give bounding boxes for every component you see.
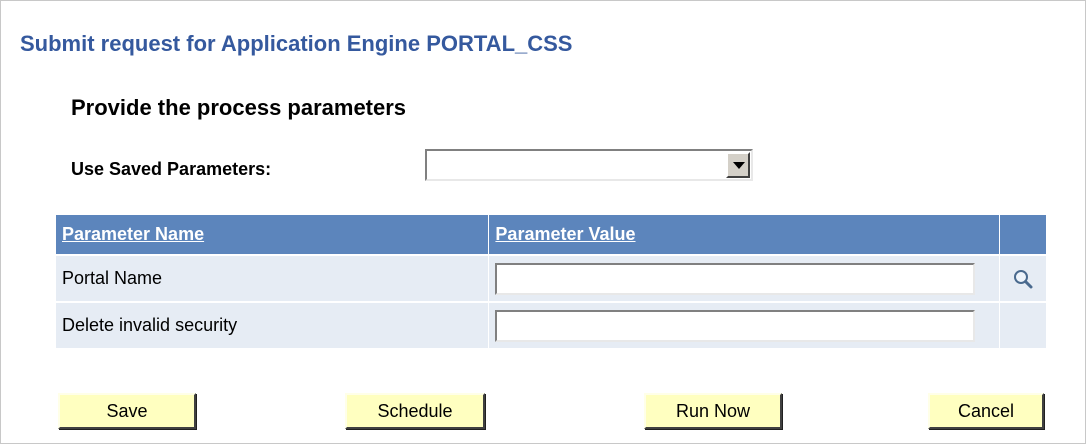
delete-invalid-security-input[interactable]	[495, 309, 976, 342]
parameter-name-cell: Delete invalid security	[56, 301, 490, 348]
schedule-button[interactable]: Schedule	[345, 393, 485, 429]
page-title: Submit request for Application Engine PO…	[20, 31, 573, 56]
parameter-name-cell: Portal Name	[56, 254, 490, 302]
column-header-lookup	[999, 215, 1046, 255]
cancel-button[interactable]: Cancel	[928, 393, 1044, 429]
save-button[interactable]: Save	[58, 393, 196, 429]
dropdown-button[interactable]	[726, 152, 750, 178]
table-row: Portal Name	[56, 254, 1046, 302]
parameter-value-cell	[488, 301, 1000, 348]
section-title: Provide the process parameters	[71, 95, 407, 120]
column-header-parameter-value[interactable]: Parameter Value	[488, 215, 1000, 255]
process-request-panel: Submit request for Application Engine PO…	[0, 0, 1086, 444]
table-row: Delete invalid security	[56, 301, 1046, 348]
run-now-button[interactable]: Run Now	[644, 393, 782, 429]
grid-header-row: Parameter Name Parameter Value	[56, 215, 1046, 255]
parameter-value-cell	[488, 254, 1000, 302]
portal-name-input[interactable]	[495, 262, 976, 295]
parameters-grid: Parameter Name Parameter Value Portal Na…	[56, 215, 1046, 348]
column-header-parameter-name[interactable]: Parameter Name	[56, 215, 490, 255]
saved-parameters-select[interactable]	[425, 149, 753, 181]
lookup-cell	[999, 254, 1046, 302]
chevron-down-icon	[733, 162, 745, 169]
magnifier-icon[interactable]	[1012, 268, 1034, 290]
lookup-cell-empty	[999, 301, 1046, 348]
saved-parameters-label: Use Saved Parameters:	[71, 159, 272, 179]
